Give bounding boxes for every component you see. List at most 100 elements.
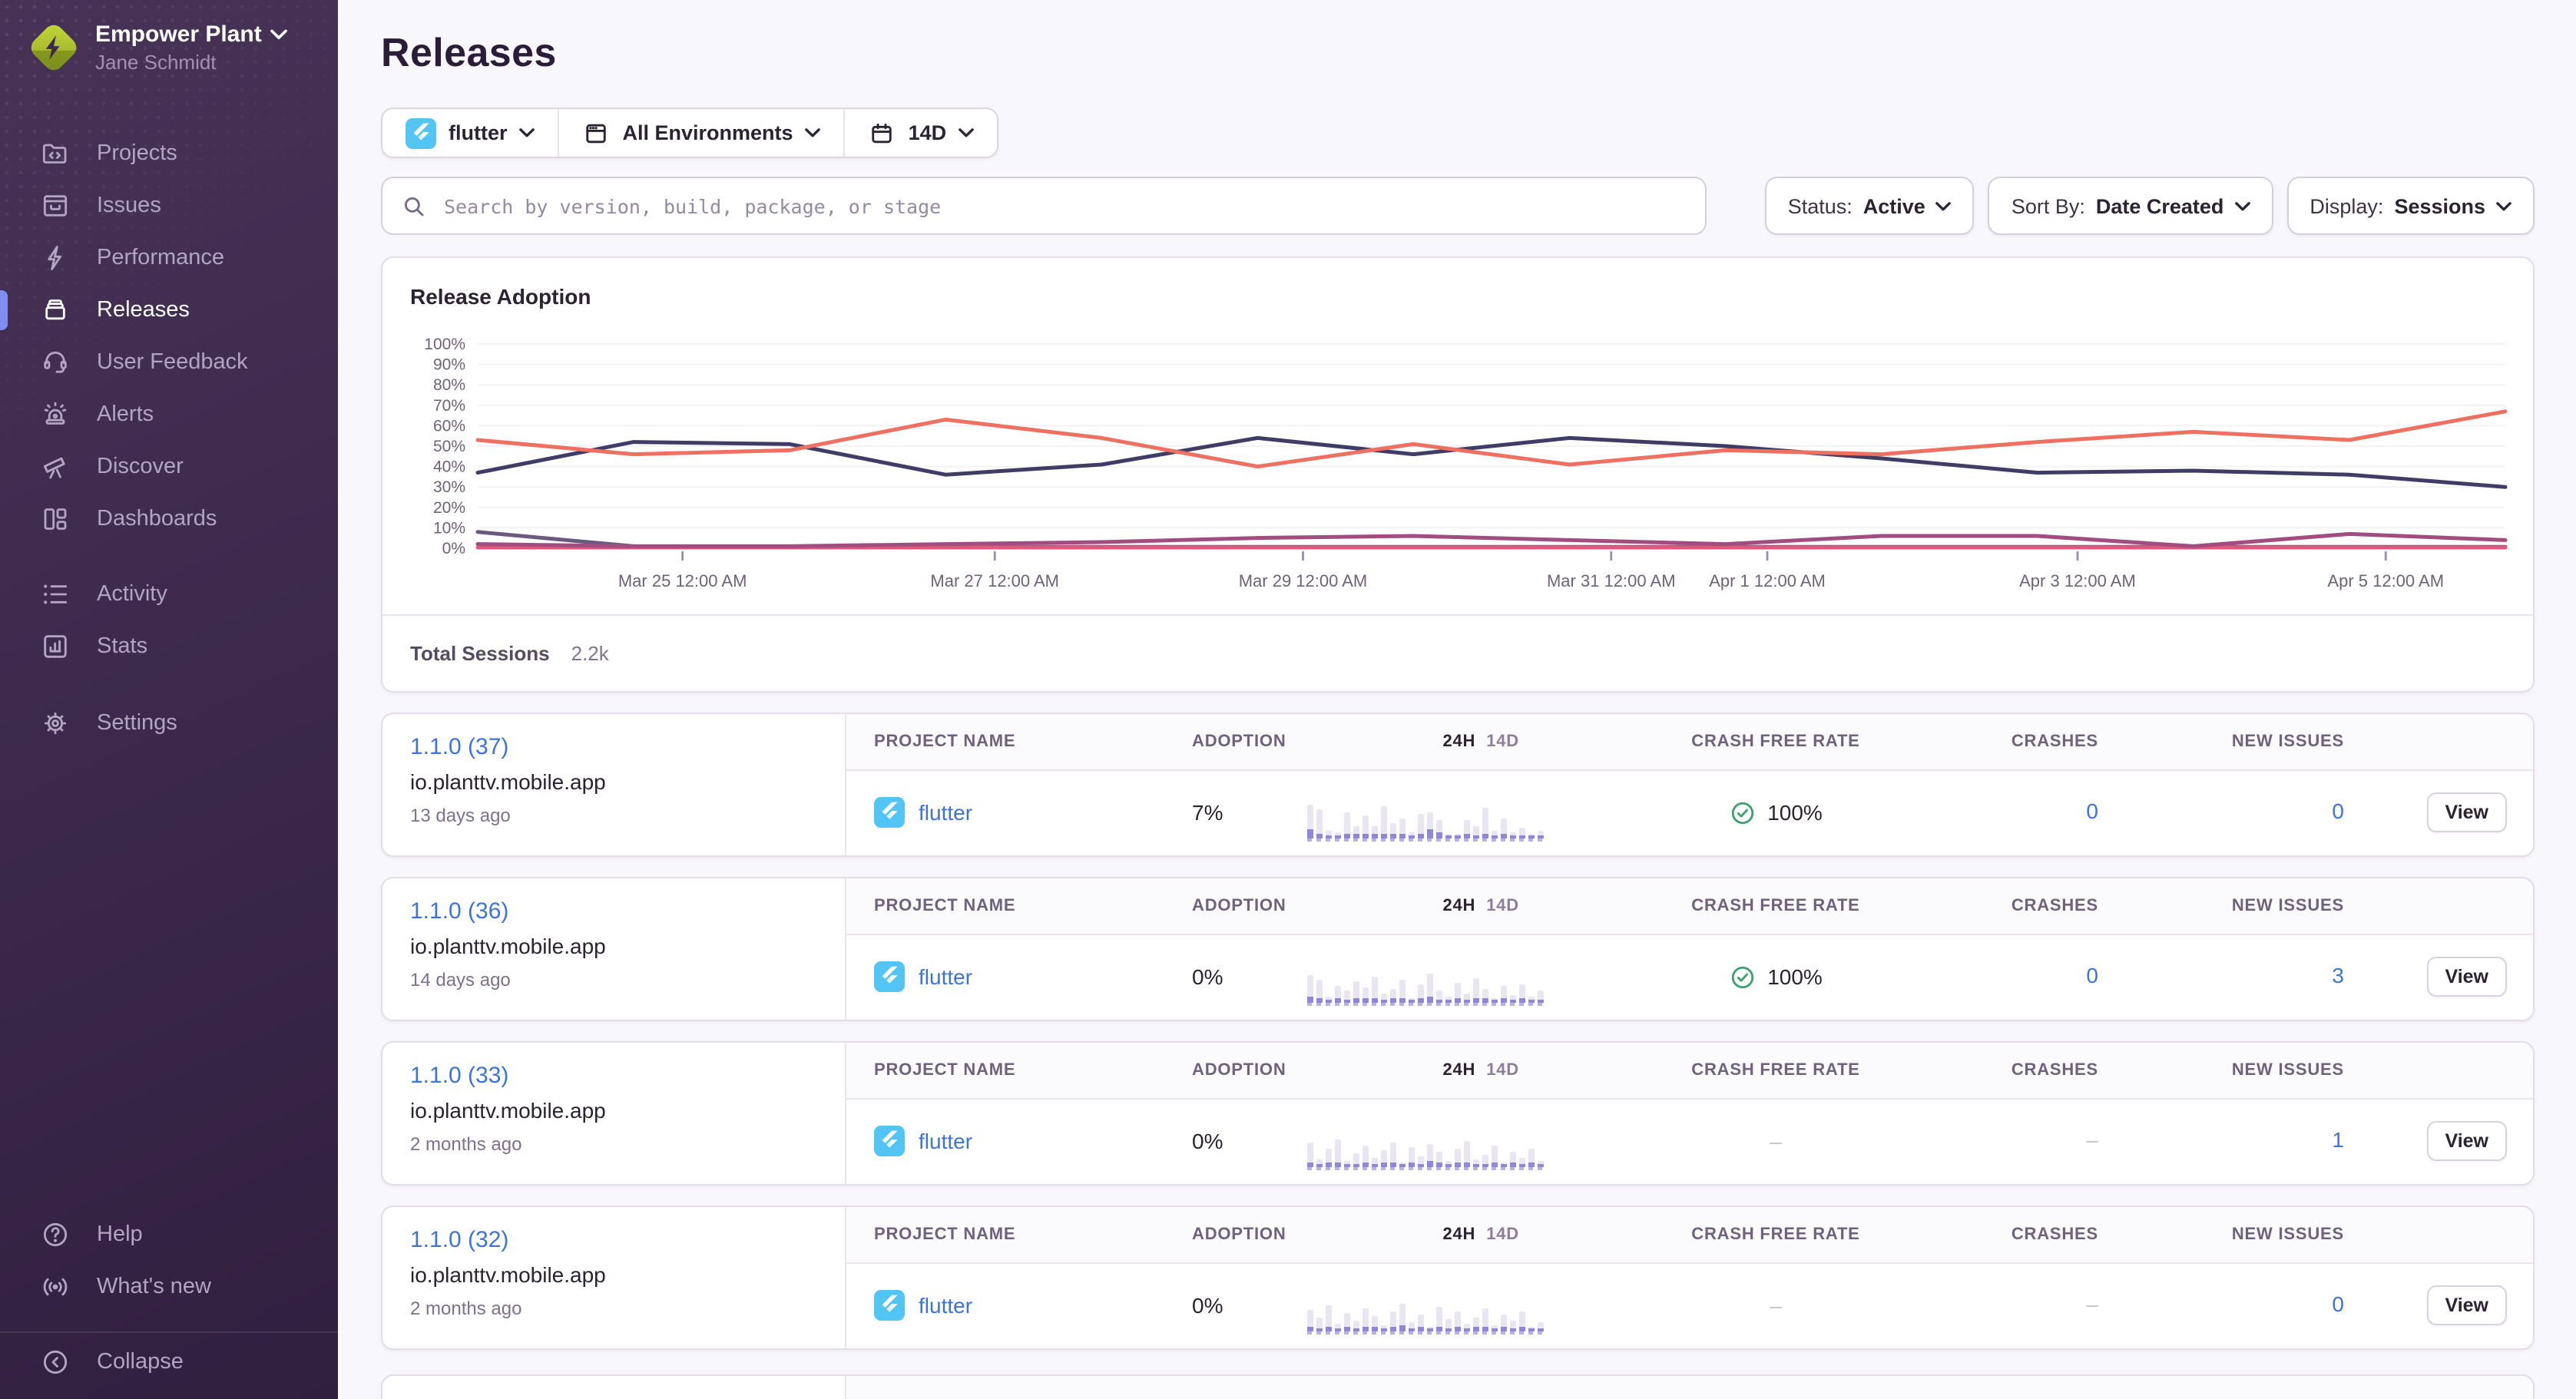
release-version-link[interactable]: 1.1.0 (33) <box>410 1063 508 1089</box>
release-card: 1.1.0 (33) io.planttv.mobile.app 2 month… <box>381 1041 2535 1186</box>
flutter-icon <box>406 117 436 148</box>
sidebar-item-discover[interactable]: Discover <box>0 441 338 493</box>
adoption-line-chart: 0%10%20%30%40%50%60%70%80%90%100%Mar 25 … <box>410 315 2508 604</box>
svg-text:100%: 100% <box>424 336 465 353</box>
project-link[interactable]: flutter <box>919 1129 972 1154</box>
new-issues-link[interactable]: 1 <box>2332 1128 2344 1153</box>
new-issues-link[interactable]: 3 <box>2332 964 2344 988</box>
sidebar-item-user-feedback[interactable]: User Feedback <box>0 336 338 389</box>
sidebar-item-whats-new[interactable]: What's new <box>0 1261 338 1313</box>
search-row: Status:Active Sort By:Date Created Displ… <box>381 177 2535 235</box>
app-window: Empower Plant Jane Schmidt Projects Issu… <box>0 0 2576 1399</box>
sort-by-dropdown[interactable]: Sort By:Date Created <box>1988 177 2273 235</box>
svg-text:10%: 10% <box>433 519 465 537</box>
release-summary: 1.1.0 (36) io.planttv.mobile.app 14 days… <box>382 878 846 1020</box>
project-filter[interactable]: flutter <box>382 109 558 157</box>
view-button[interactable]: View <box>2426 793 2507 833</box>
sidebar-item-issues[interactable]: Issues <box>0 180 338 232</box>
project-link[interactable]: flutter <box>919 965 972 990</box>
flutter-icon <box>874 962 905 993</box>
flutter-icon <box>874 798 905 828</box>
release-package: io.planttv.mobile.app <box>410 1098 817 1123</box>
sidebar-item-dashboards[interactable]: Dashboards <box>0 493 338 545</box>
environment-filter[interactable]: All Environments <box>558 109 844 157</box>
user-feedback-icon <box>40 347 71 378</box>
sidebar-item-stats[interactable]: Stats <box>0 620 338 673</box>
adoption-value: 7% <box>1192 801 1307 825</box>
sidebar-item-projects[interactable]: Projects <box>0 127 338 180</box>
col-crash-free-rate: CRASH FREE RATE <box>1599 897 1952 915</box>
crash-free-value: – <box>1770 1294 1782 1318</box>
release-version-link[interactable]: 1.1.0 (37) <box>410 734 508 760</box>
view-button[interactable]: View <box>2426 1286 2507 1326</box>
svg-text:Apr 3 12:00 AM: Apr 3 12:00 AM <box>2019 571 2136 590</box>
crashes-value: – <box>2086 1128 2098 1153</box>
range-toggle-14d[interactable]: 14D <box>1486 1225 1519 1244</box>
range-toggle-24h[interactable]: 24H <box>1442 897 1475 915</box>
display-dropdown[interactable]: Display:Sessions <box>2286 177 2535 235</box>
adoption-value: 0% <box>1192 1294 1307 1318</box>
range-toggle-14d[interactable]: 14D <box>1486 733 1519 751</box>
sidebar-collapse-button[interactable]: Collapse <box>0 1336 338 1388</box>
sidebar-nav-primary: Projects Issues Performance Releases Use… <box>0 127 338 545</box>
search-icon <box>401 193 427 219</box>
sidebar-divider <box>0 1331 338 1333</box>
project-link[interactable]: flutter <box>919 1294 972 1318</box>
crashes-link[interactable]: 0 <box>2086 964 2098 988</box>
project-filter-value: flutter <box>449 121 508 144</box>
chart-title: Release Adoption <box>382 258 2533 309</box>
range-toggle-24h[interactable]: 24H <box>1442 1225 1475 1244</box>
release-table-header: PROJECT NAME ADOPTION 24H14D CRASH FREE … <box>846 1207 2533 1263</box>
stats-icon <box>40 631 71 662</box>
new-issues-link[interactable]: 0 <box>2332 799 2344 824</box>
check-circle-icon <box>1729 800 1755 826</box>
release-card: 1.1.0 (37) io.planttv.mobile.app 13 days… <box>381 713 2535 857</box>
range-toggle-14d[interactable]: 14D <box>1486 1061 1519 1080</box>
view-button[interactable]: View <box>2426 957 2507 997</box>
sessions-sparkline <box>1307 1292 1544 1332</box>
flutter-icon <box>874 1291 905 1321</box>
calendar-icon <box>869 119 896 147</box>
new-issues-link[interactable]: 0 <box>2332 1292 2344 1317</box>
view-button[interactable]: View <box>2426 1122 2507 1162</box>
release-card: 1.1.0 (36) io.planttv.mobile.app 14 days… <box>381 877 2535 1021</box>
range-toggle-14d[interactable]: 14D <box>1486 897 1519 915</box>
release-table-row: flutter 0% – – 1 View <box>846 1099 2533 1184</box>
col-new-issues: NEW ISSUES <box>2098 1225 2344 1244</box>
col-adoption: ADOPTION <box>1192 1225 1307 1244</box>
sidebar-item-settings[interactable]: Settings <box>0 697 338 749</box>
release-version-link[interactable]: 1.1.0 (36) <box>410 898 508 924</box>
sidebar-item-alerts[interactable]: Alerts <box>0 389 338 441</box>
release-package: io.planttv.mobile.app <box>410 769 817 794</box>
sidebar-item-activity[interactable]: Activity <box>0 568 338 620</box>
svg-text:30%: 30% <box>433 478 465 496</box>
sidebar-bottom: Help What's new Collapse <box>0 1209 338 1388</box>
range-toggle-24h[interactable]: 24H <box>1442 733 1475 751</box>
sidebar-item-performance[interactable]: Performance <box>0 232 338 284</box>
environment-icon <box>583 119 611 147</box>
release-adoption-card: Release Adoption 0%10%20%30%40%50%60%70%… <box>381 256 2535 693</box>
project-link[interactable]: flutter <box>919 801 972 825</box>
chevron-down-icon <box>2234 200 2250 211</box>
crashes-link[interactable]: 0 <box>2086 799 2098 824</box>
user-name: Jane Schmidt <box>95 51 288 74</box>
col-new-issues: NEW ISSUES <box>2098 733 2344 751</box>
search-input[interactable] <box>441 193 1687 219</box>
date-range-filter[interactable]: 14D <box>844 109 998 157</box>
release-summary: 1.1.0 (32) io.planttv.mobile.app 2 month… <box>382 1207 846 1348</box>
svg-text:40%: 40% <box>433 458 465 476</box>
broadcast-icon <box>40 1272 71 1302</box>
release-details: PROJECT NAME ADOPTION 24H14D CRASH FREE … <box>846 714 2533 855</box>
sessions-sparkline <box>1307 964 1544 1004</box>
org-switcher[interactable]: Empower Plant Jane Schmidt <box>0 0 338 89</box>
release-package: io.planttv.mobile.app <box>410 934 817 958</box>
page-filter-bar: flutter All Environments 14D <box>381 107 998 158</box>
range-toggle-24h[interactable]: 24H <box>1442 1061 1475 1080</box>
chevron-down-icon <box>2496 200 2511 211</box>
svg-text:60%: 60% <box>433 417 465 435</box>
sidebar-item-releases[interactable]: Releases <box>0 284 338 336</box>
release-version-link[interactable]: 1.1.0 (32) <box>410 1227 508 1253</box>
svg-text:Mar 31 12:00 AM: Mar 31 12:00 AM <box>1547 571 1676 590</box>
sidebar-item-help[interactable]: Help <box>0 1209 338 1261</box>
status-dropdown[interactable]: Status:Active <box>1765 177 1975 235</box>
